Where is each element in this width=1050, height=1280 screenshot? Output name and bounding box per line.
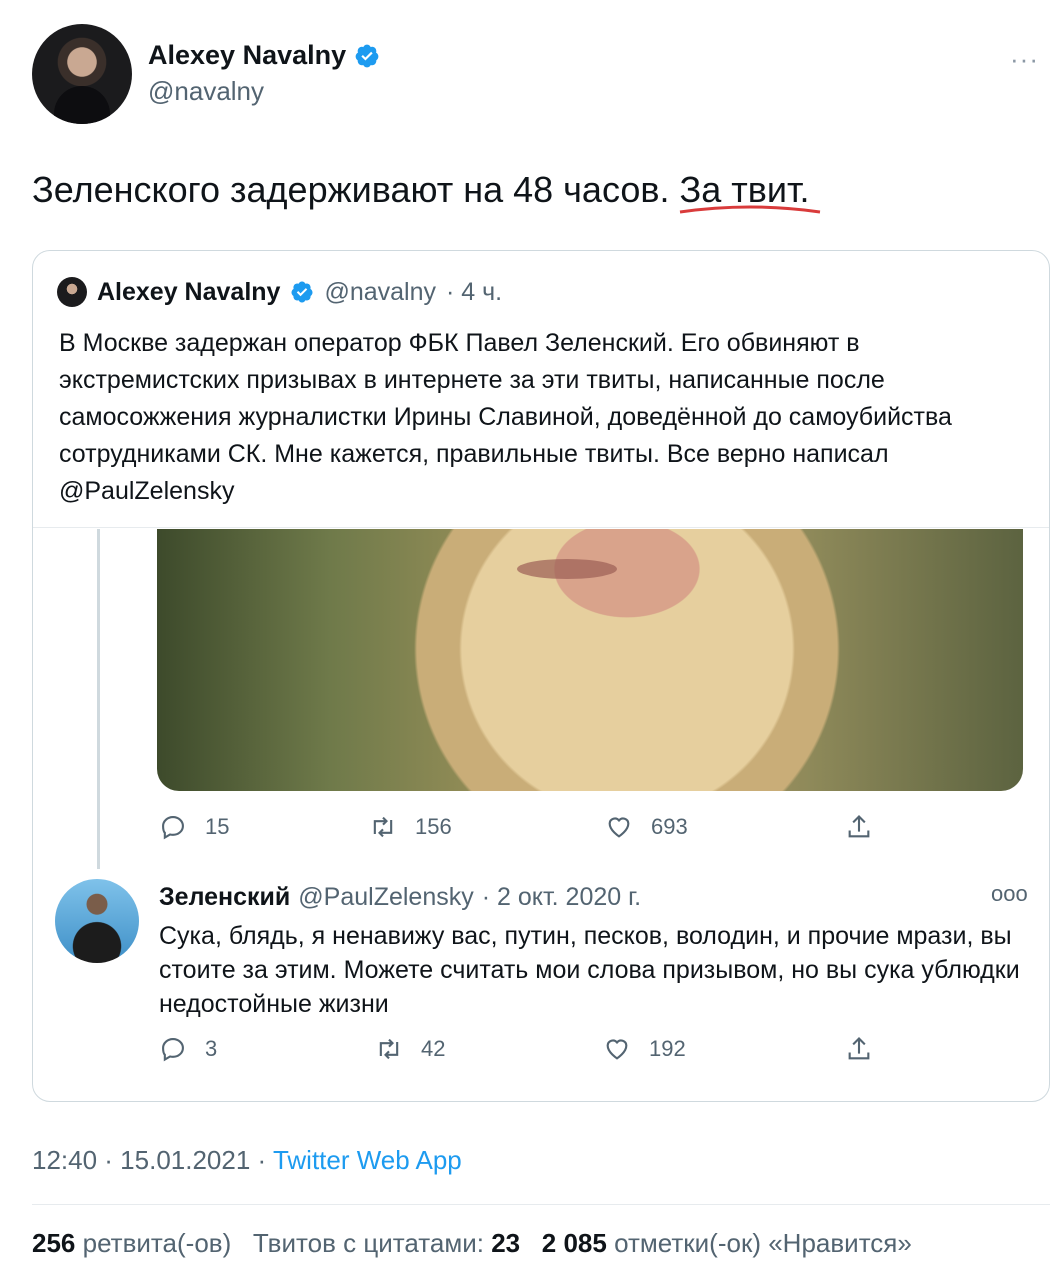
author-handle[interactable]: @navalny bbox=[148, 76, 264, 107]
reply-button[interactable]: 3 bbox=[159, 1035, 375, 1063]
retweets-stat-count: 256 bbox=[32, 1228, 76, 1258]
reply-author-avatar[interactable] bbox=[55, 879, 139, 963]
reply-author-handle[interactable]: @PaulZelensky bbox=[298, 883, 473, 912]
tweet-timestamp[interactable]: 12:40 · 15.01.2021 · bbox=[32, 1145, 273, 1175]
tweet-text: Зеленского задерживают на 48 часов. За т… bbox=[32, 168, 820, 214]
verified-badge-icon bbox=[291, 281, 313, 303]
retweet-button[interactable]: 42 bbox=[375, 1035, 603, 1063]
quotes-stat[interactable]: Твитов с цитатами: 23 bbox=[253, 1228, 520, 1258]
share-button[interactable] bbox=[845, 813, 873, 841]
spellcheck-underlined-text: За твит. bbox=[679, 168, 820, 214]
author-avatar[interactable] bbox=[32, 24, 132, 124]
like-button[interactable]: 192 bbox=[603, 1035, 845, 1063]
tweet-meta: 12:40 · 15.01.2021 · Twitter Web App bbox=[32, 1145, 462, 1176]
reply-actions-bar: 3 42 192 bbox=[159, 1035, 899, 1063]
thread-connector-line bbox=[97, 529, 100, 869]
verified-badge-icon bbox=[355, 44, 379, 67]
heart-icon bbox=[606, 1039, 628, 1060]
reply-author-name[interactable]: Зеленский bbox=[159, 883, 290, 912]
share-button[interactable] bbox=[845, 1035, 873, 1063]
share-icon bbox=[848, 1037, 870, 1060]
likes-stat-label: отметки(-ок) «Нравится» bbox=[614, 1228, 912, 1258]
retweet-icon bbox=[379, 1038, 399, 1060]
reply-count: 3 bbox=[205, 1036, 218, 1061]
reply-icon bbox=[162, 816, 184, 840]
like-count: 693 bbox=[651, 814, 688, 839]
heart-icon bbox=[608, 817, 630, 838]
tweet-source-link[interactable]: Twitter Web App bbox=[273, 1145, 462, 1175]
share-icon bbox=[848, 815, 870, 838]
divider bbox=[33, 527, 1049, 528]
tweet-photo[interactable] bbox=[157, 529, 1023, 791]
tweet-text-main: Зеленского задерживают на 48 часов. bbox=[32, 169, 680, 210]
retweets-stat[interactable]: 256 ретвита(-ов) bbox=[32, 1228, 231, 1258]
quoted-actions-bar: 15 156 693 bbox=[159, 813, 899, 841]
quoted-author-name[interactable]: Alexey Navalny bbox=[97, 278, 280, 307]
quoted-time[interactable]: · 4 ч. bbox=[446, 278, 502, 307]
likes-stat[interactable]: 2 085 отметки(-ок) «Нравится» bbox=[542, 1228, 912, 1258]
quotes-stat-count: 23 bbox=[491, 1228, 521, 1258]
retweets-stat-label: ретвита(-ов) bbox=[82, 1228, 232, 1258]
quotes-stat-label: Твитов с цитатами: bbox=[252, 1228, 484, 1258]
author-name[interactable]: Alexey Navalny bbox=[148, 40, 346, 71]
reply-date[interactable]: · 2 окт. 2020 г. bbox=[482, 883, 641, 912]
spellcheck-squiggle bbox=[679, 205, 820, 214]
like-button[interactable]: 693 bbox=[605, 813, 845, 841]
retweet-icon bbox=[373, 816, 393, 838]
retweet-button[interactable]: 156 bbox=[369, 813, 605, 841]
quoted-tweet-text: В Москве задержан оператор ФБК Павел Зел… bbox=[59, 329, 952, 505]
reply-button[interactable]: 15 bbox=[159, 813, 369, 841]
reply-count: 15 bbox=[205, 814, 230, 839]
retweet-count: 156 bbox=[415, 814, 452, 839]
retweet-count: 42 bbox=[421, 1036, 446, 1061]
more-options-icon[interactable]: ooo bbox=[991, 881, 1028, 907]
like-count: 192 bbox=[649, 1036, 686, 1061]
more-options-icon[interactable]: ··· bbox=[1010, 44, 1039, 75]
reply-header: Зеленский @PaulZelensky · 2 окт. 2020 г. bbox=[159, 883, 641, 912]
quoted-author-handle[interactable]: @navalny bbox=[324, 278, 436, 307]
quoted-tweet-header: Alexey Navalny @navalny · 4 ч. bbox=[57, 277, 502, 307]
quoted-author-avatar[interactable] bbox=[57, 277, 87, 307]
divider bbox=[32, 1204, 1050, 1205]
quoted-tweet-card[interactable]: Alexey Navalny @navalny · 4 ч. В Москве … bbox=[32, 250, 1050, 1102]
likes-stat-count: 2 085 bbox=[541, 1228, 607, 1258]
reply-text: Сука, блядь, я ненавижу вас, путин, песк… bbox=[159, 922, 1020, 1018]
reply-icon bbox=[162, 1038, 184, 1062]
author-name-row[interactable]: Alexey Navalny bbox=[148, 40, 380, 71]
tweet-stats: 256 ретвита(-ов) Твитов с цитатами: 23 2… bbox=[32, 1228, 912, 1259]
